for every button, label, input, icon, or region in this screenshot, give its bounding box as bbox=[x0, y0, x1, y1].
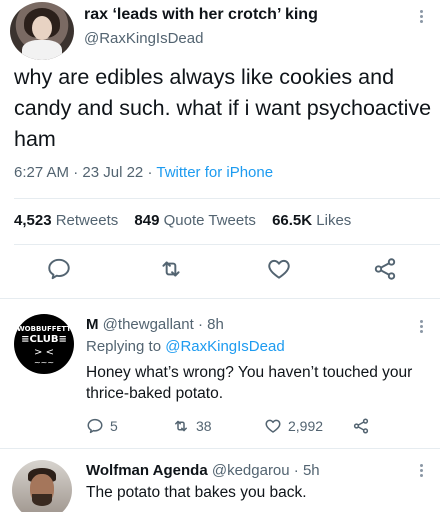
tweet-stats: 4,523 Retweets 849 Quote Tweets 66.5K Li… bbox=[14, 212, 363, 229]
reply-avatar[interactable] bbox=[12, 460, 72, 512]
meta-separator: · bbox=[73, 164, 83, 181]
reply-header: M @thewgallant · 8h bbox=[86, 316, 224, 333]
reply-icon[interactable] bbox=[46, 256, 72, 282]
author-avatar[interactable] bbox=[10, 2, 74, 60]
reply-age[interactable]: 5h bbox=[303, 462, 320, 479]
more-options-icon[interactable] bbox=[418, 8, 424, 26]
reply-age[interactable]: 8h bbox=[207, 316, 224, 333]
more-options-icon[interactable] bbox=[418, 462, 424, 480]
tweet-text: why are edibles always like cookies and … bbox=[14, 65, 432, 151]
reply-text: Honey what’s wrong? You haven’t touched … bbox=[86, 364, 413, 402]
reply-author-handle[interactable]: @kedgarou bbox=[212, 462, 290, 479]
like-count: 2,992 bbox=[288, 418, 324, 434]
share-icon[interactable] bbox=[372, 256, 398, 282]
like-icon bbox=[265, 419, 281, 433]
avatar-text: ~~~ bbox=[33, 358, 55, 367]
tweet-source[interactable]: Twitter for iPhone bbox=[156, 164, 273, 181]
tweet-meta: 6:27 AM · 23 Jul 22 · Twitter for iPhone bbox=[14, 164, 273, 181]
reply-actions: 5 38 2,992 bbox=[86, 416, 426, 436]
avatar-face bbox=[32, 16, 52, 40]
avatar-body bbox=[22, 40, 62, 60]
reply-header: Wolfman Agenda @kedgarou · 5h bbox=[86, 462, 320, 479]
reply-retweet-button[interactable]: 38 bbox=[172, 416, 212, 436]
replying-to: Replying to @RaxKingIsDead bbox=[86, 338, 285, 355]
reply-share-button[interactable] bbox=[352, 416, 370, 436]
retweet-icon bbox=[175, 420, 187, 432]
share-icon bbox=[353, 418, 369, 434]
tweet-date[interactable]: 23 Jul 22 bbox=[82, 164, 143, 181]
retweet-icon[interactable] bbox=[158, 256, 184, 282]
tweet-time[interactable]: 6:27 AM bbox=[14, 164, 69, 181]
avatar-text: WOBBUFFETT bbox=[16, 325, 72, 333]
like-icon[interactable] bbox=[266, 256, 292, 282]
divider bbox=[14, 198, 440, 199]
replying-to-link[interactable]: @RaxKingIsDead bbox=[165, 338, 284, 355]
reply-text: The potato that bakes you back. bbox=[86, 484, 307, 501]
author-name[interactable]: rax ‘leads with her crotch’ king bbox=[84, 6, 318, 24]
header-separator: · bbox=[197, 316, 203, 333]
reply-reply-button[interactable]: 5 bbox=[86, 416, 118, 436]
divider bbox=[0, 448, 440, 449]
avatar-text: > < bbox=[34, 347, 54, 358]
reply-count: 5 bbox=[110, 418, 118, 434]
likes-stat[interactable]: 66.5K Likes bbox=[272, 212, 351, 229]
more-options-icon[interactable] bbox=[418, 318, 424, 336]
quote-tweets-stat[interactable]: 849 Quote Tweets bbox=[134, 212, 255, 229]
reply-avatar[interactable]: WOBBUFFETT ≡CLUB≡ > < ~~~ bbox=[14, 314, 74, 374]
replying-prefix: Replying to bbox=[86, 338, 162, 355]
author-handle[interactable]: @RaxKingIsDead bbox=[84, 30, 203, 47]
retweets-stat[interactable]: 4,523 Retweets bbox=[14, 212, 118, 229]
header-separator: · bbox=[293, 462, 299, 479]
reply-author-name[interactable]: Wolfman Agenda bbox=[86, 462, 208, 479]
divider bbox=[0, 298, 440, 299]
reply-like-button[interactable]: 2,992 bbox=[264, 416, 323, 436]
divider bbox=[14, 244, 440, 245]
tweet-actions bbox=[0, 256, 440, 288]
avatar-beard bbox=[32, 494, 52, 506]
retweet-count: 38 bbox=[196, 418, 212, 434]
avatar-text: ≡CLUB≡ bbox=[21, 334, 67, 345]
reply-author-name[interactable]: M bbox=[86, 316, 99, 333]
reply-icon bbox=[87, 418, 103, 434]
reply-author-handle[interactable]: @thewgallant bbox=[103, 316, 194, 333]
